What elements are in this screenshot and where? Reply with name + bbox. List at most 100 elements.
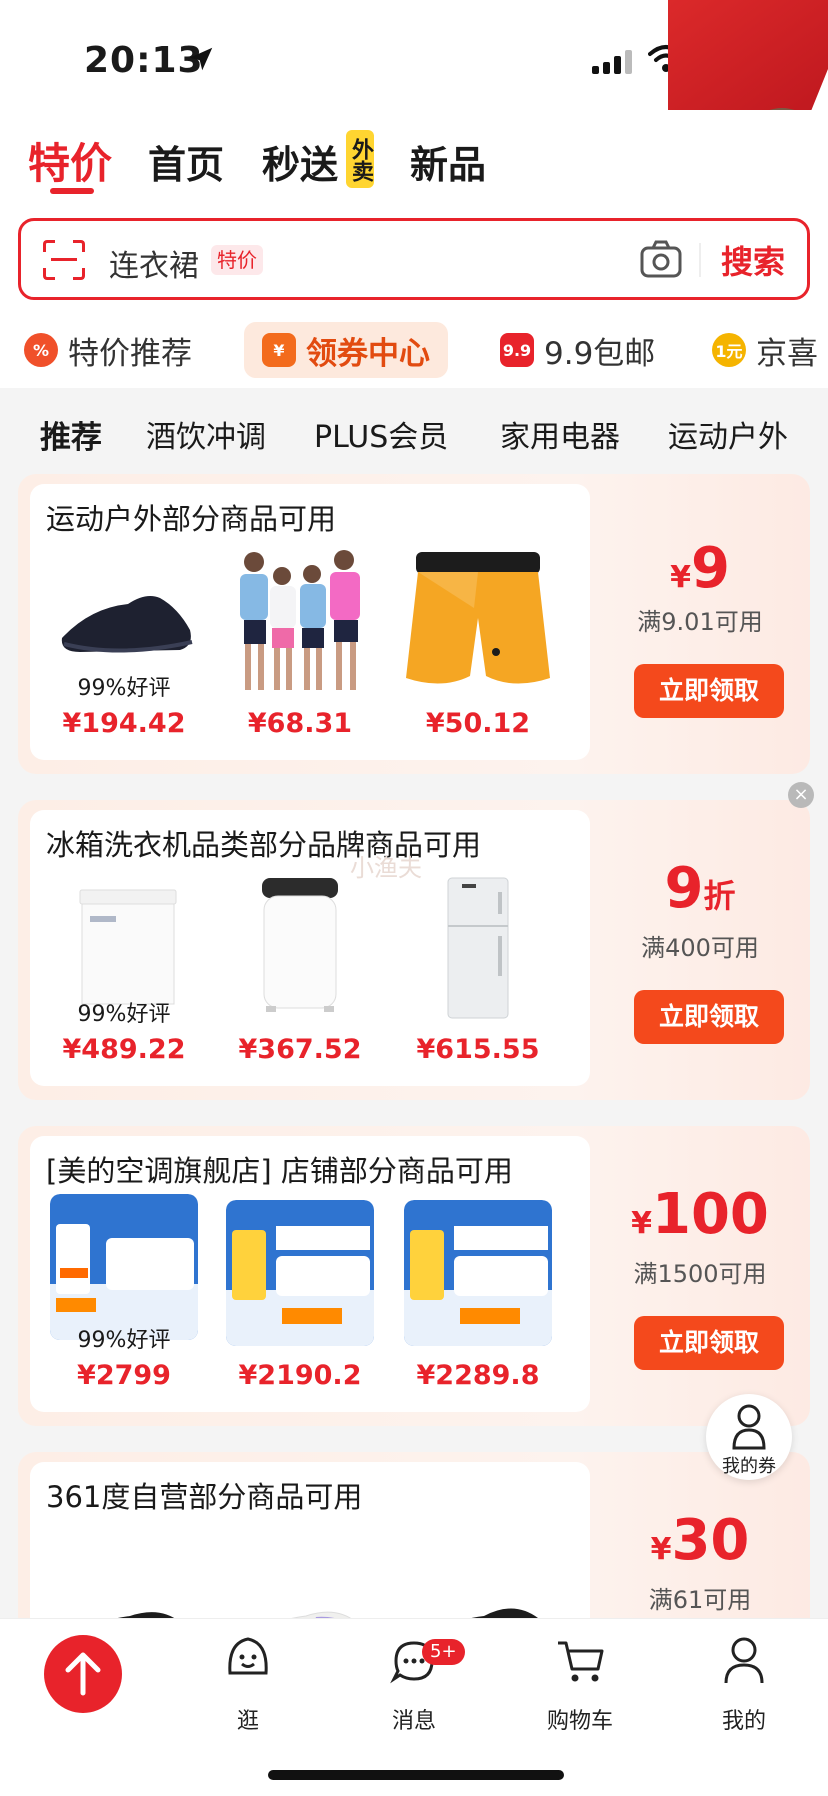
coupon-title: 361度自营部分商品可用 xyxy=(46,1480,363,1514)
coupon-amount-value: 100 xyxy=(651,1182,769,1247)
coupon-condition: 满1500可用 xyxy=(633,1260,767,1288)
claim-button[interactable]: 立即领取 xyxy=(634,664,784,718)
coupon-value-section: ¥9 满9.01可用 立即领取 xyxy=(590,474,810,774)
coupon-card[interactable]: 冰箱洗衣机品类部分品牌商品可用 99%好评 ¥489.22 ¥367.52 ¥6… xyxy=(18,800,810,1100)
product-price: ¥50.12 xyxy=(425,708,531,739)
nav-label: 购物车 xyxy=(546,1709,613,1734)
coupon-condition: 满61可用 xyxy=(648,1586,752,1614)
tab-new[interactable]: 新品 xyxy=(410,134,486,189)
camera-icon[interactable] xyxy=(639,239,683,279)
coupon-card[interactable]: [美的空调旗舰店] 店铺部分商品可用 99%好评 ¥2799 ¥2190.2 ¥… xyxy=(18,1126,810,1426)
product-item[interactable]: 99%好评 ¥2799 xyxy=(42,1194,206,1404)
currency-symbol: ¥ xyxy=(670,560,691,595)
smile-face-icon xyxy=(228,1637,268,1675)
coupon-condition: 满400可用 xyxy=(641,934,759,962)
fire-icon: % xyxy=(24,333,58,367)
my-coupons-button[interactable]: 我的券 xyxy=(706,1394,792,1480)
product-price: ¥615.55 xyxy=(416,1034,540,1065)
search-input[interactable]: 连衣裙 xyxy=(109,241,199,285)
search-bar[interactable]: 连衣裙 特价 搜索 xyxy=(18,218,810,300)
nav-cart[interactable]: 购物车 xyxy=(530,1633,630,1734)
product-item[interactable]: 99%好评 ¥194.42 xyxy=(42,542,206,752)
product-item[interactable]: ¥2190.2 xyxy=(218,1194,382,1404)
arrow-up-icon xyxy=(65,1652,101,1696)
promo-99-baoyou[interactable]: 9.9 9.9包邮 xyxy=(500,322,655,378)
coupon-title: 运动户外部分商品可用 xyxy=(46,502,337,536)
claim-button[interactable]: 立即领取 xyxy=(634,990,784,1044)
cat-drinks[interactable]: 酒饮冲调 xyxy=(146,412,266,456)
product-note: 99%好评 xyxy=(77,1002,171,1027)
tab-active-indicator xyxy=(50,188,94,194)
promo-jingxi[interactable]: 1元 京喜 xyxy=(712,322,818,378)
nav-label: 逛 xyxy=(236,1709,259,1734)
product-image xyxy=(447,877,509,1019)
promo-row: % 特价推荐 ¥ 领券中心 9.9 9.9包邮 1元 京喜 xyxy=(0,312,828,388)
currency-symbol: ¥ xyxy=(650,1532,672,1567)
nav-label: 消息 xyxy=(391,1709,436,1734)
product-item[interactable]: 99%好评 ¥489.22 xyxy=(42,868,206,1078)
claim-button[interactable]: 立即领取 xyxy=(634,1316,784,1370)
cat-outdoor[interactable]: 运动户外 xyxy=(668,412,788,456)
my-coupons-label: 我的券 xyxy=(722,1456,776,1477)
coupon-title: [美的空调旗舰店] 店铺部分商品可用 xyxy=(46,1154,513,1188)
product-price: ¥2289.8 xyxy=(416,1360,540,1391)
nav-guang[interactable]: 逛 xyxy=(198,1633,298,1734)
coupon-amount-unit: 折 xyxy=(703,877,736,915)
promo-label: 领券中心 xyxy=(306,335,430,372)
watermark: 小渔夫 xyxy=(350,854,422,882)
coupon-card-products: 运动户外部分商品可用 99%好评 ¥194.42 ¥68.31 ¥50.12 xyxy=(30,484,590,760)
user-icon xyxy=(732,1404,766,1450)
waimai-badge: 外卖 xyxy=(346,130,374,188)
message-badge: 5+ xyxy=(422,1639,465,1665)
nav-messages[interactable]: 5+ 消息 xyxy=(364,1633,465,1734)
coupon-amount: ¥100 xyxy=(590,1182,810,1247)
product-item[interactable]: ¥615.55 xyxy=(396,868,560,1078)
coupon-amount: 9折 xyxy=(590,856,810,921)
coupon-amount-value: 9 xyxy=(664,856,704,921)
coupon-card-products: 冰箱洗衣机品类部分品牌商品可用 99%好评 ¥489.22 ¥367.52 ¥6… xyxy=(30,810,590,1086)
nav-me[interactable]: 我的 xyxy=(694,1633,794,1734)
search-section: 连衣裙 特价 搜索 xyxy=(0,200,828,312)
cat-plus[interactable]: PLUS会员 xyxy=(314,412,448,456)
product-price: ¥2190.2 xyxy=(238,1360,362,1391)
promo-label: 特价推荐 xyxy=(68,335,192,372)
cellular-signal-icon xyxy=(592,50,632,74)
page: 20:13 特价 首页 秒送 外卖 新品 连衣裙 特价 搜索 % 特价推荐 ¥ … xyxy=(0,0,828,1796)
product-item[interactable]: ¥2289.8 xyxy=(396,1194,560,1404)
promo-coupon-center[interactable]: ¥ 领券中心 xyxy=(244,322,448,378)
product-item[interactable]: ¥367.52 xyxy=(218,868,382,1078)
coupon-condition: 满9.01可用 xyxy=(637,608,763,636)
search-divider xyxy=(699,243,701,277)
location-arrow-icon xyxy=(189,47,213,71)
product-price: ¥2799 xyxy=(77,1360,171,1391)
cat-recommend[interactable]: 推荐 xyxy=(40,412,102,457)
shopping-cart-icon xyxy=(558,1641,604,1682)
tag-99-icon: 9.9 xyxy=(500,333,534,367)
scan-icon[interactable] xyxy=(43,240,85,280)
tab-miaosong[interactable]: 秒送 xyxy=(262,134,338,189)
search-tag: 特价 xyxy=(211,245,263,275)
one-yuan-icon: 1元 xyxy=(712,333,746,367)
product-note: 99%好评 xyxy=(77,676,171,701)
promo-label: 9.9包邮 xyxy=(544,335,656,372)
promo-label: 京喜 xyxy=(756,335,818,372)
product-price: ¥68.31 xyxy=(247,708,353,739)
coupon-card[interactable]: 运动户外部分商品可用 99%好评 ¥194.42 ¥68.31 ¥50.12 ¥… xyxy=(18,474,810,774)
cat-appliances[interactable]: 家用电器 xyxy=(500,412,620,456)
close-icon[interactable]: × xyxy=(788,782,814,808)
product-image xyxy=(50,1194,198,1340)
product-item[interactable]: ¥68.31 xyxy=(218,542,382,752)
product-price: ¥194.42 xyxy=(62,708,186,739)
search-button[interactable]: 搜索 xyxy=(721,237,785,283)
product-image xyxy=(226,1200,374,1346)
product-item[interactable]: ¥50.12 xyxy=(396,542,560,752)
person-icon xyxy=(724,1637,764,1684)
product-image xyxy=(404,1200,552,1346)
back-to-top-button[interactable] xyxy=(44,1635,122,1713)
tab-home[interactable]: 首页 xyxy=(148,134,224,189)
product-image xyxy=(406,552,550,684)
promo-tejia-tuijian[interactable]: % 特价推荐 xyxy=(24,322,192,378)
coupon-amount: ¥9 xyxy=(590,536,810,601)
coupon-amount-value: 30 xyxy=(671,1508,750,1573)
tab-tejia[interactable]: 特价 xyxy=(28,130,112,191)
